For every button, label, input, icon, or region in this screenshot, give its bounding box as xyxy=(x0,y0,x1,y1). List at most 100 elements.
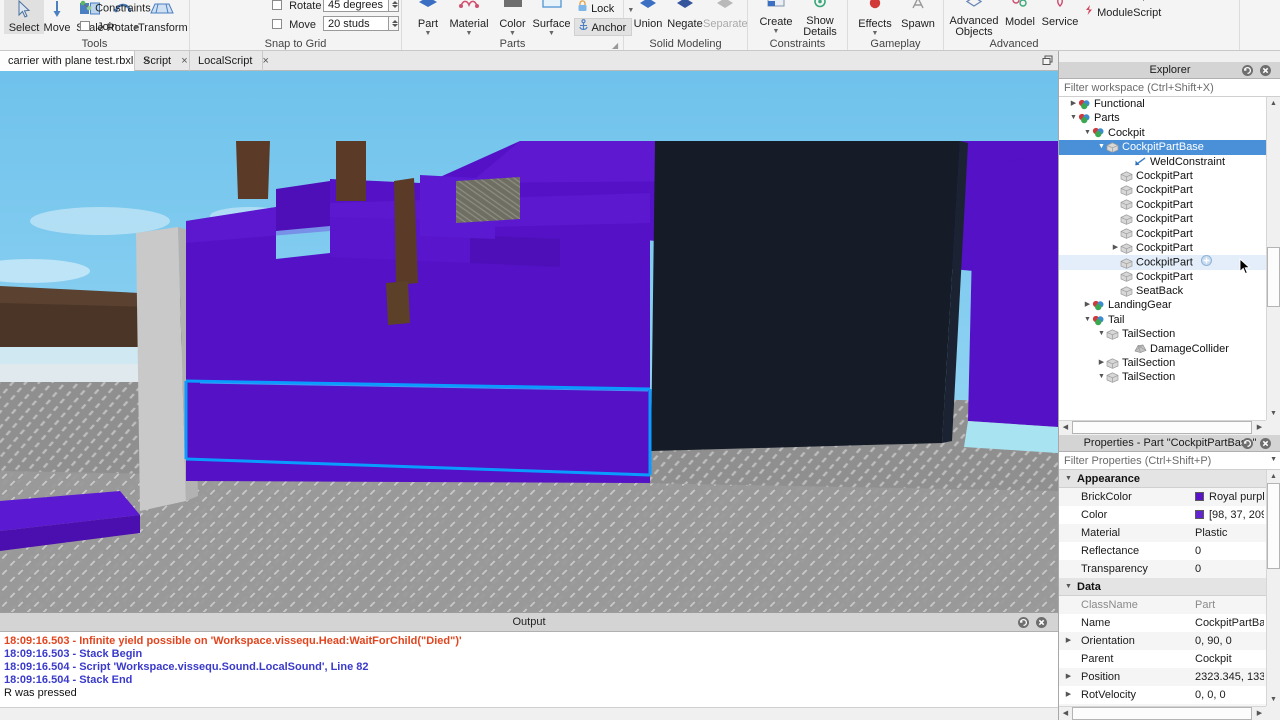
snap-move-checkbox[interactable] xyxy=(272,19,282,29)
color-swatch[interactable] xyxy=(1195,492,1204,501)
explorer-node-tailsection[interactable]: ▼ TailSection xyxy=(1059,327,1266,341)
property-row-reflectance[interactable]: Reflectance 0 xyxy=(1059,542,1266,560)
explorer-node-cockpitpart[interactable]: CockpitPart xyxy=(1059,255,1266,270)
restore-window-icon[interactable] xyxy=(1040,53,1056,69)
property-value[interactable]: CockpitPartBase xyxy=(1195,614,1264,632)
property-category-data[interactable]: ▼ Data xyxy=(1059,578,1266,596)
close-icon[interactable] xyxy=(1035,616,1048,629)
snap-move-stepper[interactable] xyxy=(389,16,399,31)
property-value[interactable]: 2323.345, 133… xyxy=(1195,668,1264,686)
3d-viewport[interactable] xyxy=(0,71,1058,612)
model-button[interactable]: Model xyxy=(1002,0,1038,28)
modulescript-button[interactable]: ModuleScript xyxy=(1084,4,1161,21)
negate-button[interactable]: Negate xyxy=(665,0,705,30)
property-row-orientation[interactable]: ▶ Orientation 0, 90, 0 xyxy=(1059,632,1266,650)
properties-filter-bar[interactable]: ▼ xyxy=(1059,452,1280,470)
properties-hscroll-thumb[interactable] xyxy=(1072,707,1252,720)
chevron-down-icon[interactable]: ▼ xyxy=(1083,126,1092,140)
property-value[interactable]: Plastic xyxy=(1195,524,1264,542)
snap-move-row[interactable]: Move xyxy=(272,17,316,34)
undock-icon[interactable] xyxy=(1017,616,1030,629)
surface-button[interactable]: Surface ▼ xyxy=(530,0,573,37)
explorer-node-damagecollider[interactable]: DamageCollider xyxy=(1059,342,1266,356)
explorer-node-cockpitpart[interactable]: CockpitPart xyxy=(1059,198,1266,212)
separate-button[interactable]: Separate xyxy=(703,0,748,30)
property-row-rotvelocity[interactable]: ▶ RotVelocity 0, 0, 0 xyxy=(1059,686,1266,704)
property-value[interactable]: Cockpit xyxy=(1195,650,1264,668)
explorer-node-cockpitpart[interactable]: CockpitPart xyxy=(1059,270,1266,284)
effects-button[interactable]: Effects ▼ xyxy=(854,0,896,37)
scroll-down-arrow-icon[interactable]: ▼ xyxy=(1267,693,1280,706)
undock-icon[interactable] xyxy=(1241,437,1254,450)
chevron-down-icon[interactable]: ▼ xyxy=(1097,370,1106,384)
property-row-classname[interactable]: ClassName Part xyxy=(1059,596,1266,614)
scroll-left-arrow-icon[interactable]: ◀ xyxy=(1059,707,1072,720)
property-value[interactable]: 0, 90, 0 xyxy=(1195,632,1264,650)
chevron-right-icon[interactable]: ▶ xyxy=(1097,356,1106,370)
property-row-transparency[interactable]: Transparency 0 xyxy=(1059,560,1266,578)
property-row-name[interactable]: Name CockpitPartBase xyxy=(1059,614,1266,632)
explorer-node-seatback[interactable]: SeatBack xyxy=(1059,284,1266,298)
close-icon[interactable] xyxy=(1259,437,1272,450)
undock-icon[interactable] xyxy=(1241,64,1254,77)
property-row-brickcolor[interactable]: BrickColor Royal purple xyxy=(1059,488,1266,506)
service-button[interactable]: Service xyxy=(1039,0,1081,28)
snap-rotate-value-field[interactable]: 45 degrees xyxy=(323,0,399,12)
property-row-material[interactable]: Material Plastic xyxy=(1059,524,1266,542)
explorer-node-tail[interactable]: ▼ Tail xyxy=(1059,313,1266,327)
tab-close-icon[interactable]: × xyxy=(181,51,187,71)
explorer-scroll-thumb[interactable] xyxy=(1267,247,1280,307)
spawn-button[interactable]: Spawn xyxy=(898,0,938,30)
properties-filter-input[interactable] xyxy=(1059,452,1267,469)
part-button[interactable]: Part ▼ xyxy=(408,0,448,37)
constraints-toggle[interactable]: Constraints xyxy=(80,0,151,17)
parts-dialog-launcher-icon[interactable]: ◢ xyxy=(612,41,620,50)
property-value[interactable]: 0 xyxy=(1195,560,1264,578)
chevron-down-icon[interactable]: ▼ xyxy=(1064,470,1073,488)
tab-close-icon[interactable]: × xyxy=(262,51,268,71)
color-button[interactable]: Color ▼ xyxy=(494,0,531,37)
explorer-node-cockpit[interactable]: ▼ Cockpit xyxy=(1059,126,1266,140)
properties-scroll-thumb[interactable] xyxy=(1267,483,1280,569)
property-row-parent[interactable]: Parent Cockpit xyxy=(1059,650,1266,668)
scroll-up-arrow-icon[interactable]: ▲ xyxy=(1267,97,1280,110)
color-swatch[interactable] xyxy=(1195,510,1204,519)
tab-place-file[interactable]: carrier with plane test.rbxl × xyxy=(0,51,150,71)
snap-rotate-input[interactable]: 45 degrees xyxy=(323,0,389,12)
chevron-down-icon[interactable]: ▼ xyxy=(132,25,139,32)
explorer-node-cockpitpart[interactable]: ▶ CockpitPart xyxy=(1059,241,1266,255)
output-horizontal-scrollbar[interactable] xyxy=(0,707,1058,720)
explorer-node-tailsection[interactable]: ▼ TailSection xyxy=(1059,370,1266,384)
scroll-right-arrow-icon[interactable]: ▶ xyxy=(1253,707,1266,720)
create-constraint-button[interactable]: Create ▼ xyxy=(756,0,796,35)
explorer-node-cockpitpart[interactable]: CockpitPart xyxy=(1059,183,1266,197)
join-toggle[interactable]: Join ▼ xyxy=(80,19,139,36)
show-details-button[interactable]: Show Details xyxy=(798,0,842,38)
chevron-down-icon[interactable]: ▼ xyxy=(854,30,896,37)
explorer-vertical-scrollbar[interactable]: ▲ ▼ xyxy=(1266,97,1280,420)
properties-vertical-scrollbar[interactable]: ▲ ▼ xyxy=(1266,470,1280,706)
output-log-list[interactable]: 18:09:16.503 - Infinite yield possible o… xyxy=(0,632,1058,706)
explorer-tree[interactable]: ▶ Functional ▼ Parts ▼ Cockpit ▼ CockpitPartBas… xyxy=(1059,97,1266,420)
snap-move-input[interactable]: 20 studs xyxy=(323,16,389,31)
explorer-node-landinggear[interactable]: ▶ LandingGear xyxy=(1059,298,1266,312)
property-value[interactable]: [98, 37, 209… xyxy=(1195,506,1264,524)
scroll-left-arrow-icon[interactable]: ◀ xyxy=(1059,421,1072,434)
explorer-node-parts[interactable]: ▼ Parts xyxy=(1059,111,1266,125)
explorer-filter-bar[interactable] xyxy=(1059,79,1280,97)
property-value[interactable]: Part xyxy=(1195,596,1264,614)
explorer-node-cockpitpartbase[interactable]: ▼ CockpitPartBase xyxy=(1059,140,1266,155)
property-value[interactable]: Royal purple xyxy=(1195,488,1264,506)
explorer-node-weldconstraint[interactable]: WeldConstraint xyxy=(1059,155,1266,169)
properties-horizontal-scrollbar[interactable]: ◀ ▶ xyxy=(1059,706,1266,720)
chevron-right-icon[interactable]: ▶ xyxy=(1083,298,1092,312)
explorer-node-cockpitpart[interactable]: CockpitPart xyxy=(1059,169,1266,183)
chevron-down-icon[interactable]: ▼ xyxy=(408,30,448,37)
snap-rotate-checkbox[interactable] xyxy=(272,0,282,10)
property-category-appearance[interactable]: ▼ Appearance xyxy=(1059,470,1266,488)
add-child-icon[interactable] xyxy=(1200,255,1212,270)
localscript-button[interactable]: LocalScript xyxy=(1084,0,1151,3)
chevron-down-icon[interactable]: ▼ xyxy=(1097,327,1106,341)
chevron-down-icon[interactable]: ▼ xyxy=(1083,313,1092,327)
chevron-down-icon[interactable]: ▼ xyxy=(756,28,796,35)
